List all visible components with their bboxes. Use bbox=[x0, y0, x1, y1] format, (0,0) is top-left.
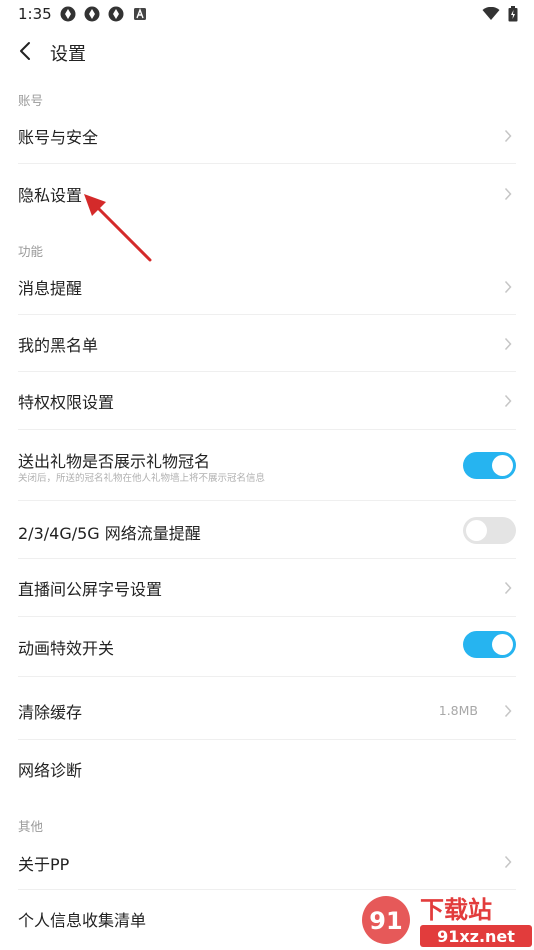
toggle-knob bbox=[492, 634, 513, 655]
data-alert-toggle[interactable] bbox=[463, 517, 516, 544]
divider bbox=[18, 500, 516, 501]
app-icon bbox=[84, 6, 100, 22]
settings-row-permissions[interactable]: 特权权限设置 bbox=[18, 377, 516, 427]
chevron-right-icon bbox=[504, 704, 512, 718]
a-icon bbox=[134, 8, 146, 20]
battery-icon bbox=[508, 6, 518, 22]
row-label: 个人信息收集清单 bbox=[18, 911, 147, 930]
settings-row-clear-cache[interactable]: 清除缓存 1.8MB bbox=[18, 684, 516, 736]
row-label: 账号与安全 bbox=[18, 128, 99, 147]
settings-row-blacklist[interactable]: 我的黑名单 bbox=[18, 320, 516, 370]
toggle-knob bbox=[492, 455, 513, 476]
annotation-arrow-icon bbox=[84, 194, 152, 262]
row-label: 网络诊断 bbox=[18, 761, 83, 780]
app-icon bbox=[60, 6, 76, 22]
wifi-icon bbox=[482, 7, 500, 20]
settings-row-network-diagnosis[interactable]: 网络诊断 bbox=[18, 743, 516, 795]
settings-row-data-alert: 2/3/4G/5G 网络流量提醒 bbox=[18, 505, 516, 557]
divider bbox=[18, 163, 516, 164]
chevron-right-icon bbox=[504, 394, 512, 408]
app-icon bbox=[108, 6, 124, 22]
settings-row-animation: 动画特效开关 bbox=[18, 620, 516, 672]
gift-crown-toggle[interactable] bbox=[463, 452, 516, 479]
settings-row-about[interactable]: 关于PP bbox=[18, 838, 516, 888]
chevron-right-icon bbox=[504, 129, 512, 143]
chevron-right-icon bbox=[504, 187, 512, 201]
divider bbox=[18, 314, 516, 315]
divider bbox=[18, 371, 516, 372]
row-label: 动画特效开关 bbox=[18, 639, 115, 658]
divider bbox=[18, 739, 516, 740]
status-right-icons bbox=[482, 6, 518, 22]
chevron-right-icon bbox=[504, 581, 512, 595]
animation-toggle[interactable] bbox=[463, 631, 516, 658]
chevron-right-icon bbox=[504, 855, 512, 869]
divider bbox=[18, 676, 516, 677]
watermark-text: 下载站 bbox=[420, 896, 492, 924]
toggle-knob bbox=[466, 520, 487, 541]
row-label: 我的黑名单 bbox=[18, 336, 99, 355]
settings-row-account-security[interactable]: 账号与安全 bbox=[18, 112, 516, 162]
row-label: 特权权限设置 bbox=[18, 393, 115, 412]
status-notification-icons bbox=[60, 6, 148, 22]
row-label: 2/3/4G/5G 网络流量提醒 bbox=[18, 524, 201, 543]
section-header-account: 账号 bbox=[18, 93, 44, 108]
row-label: 消息提醒 bbox=[18, 279, 83, 298]
row-label: 直播间公屏字号设置 bbox=[18, 580, 163, 599]
row-label: 清除缓存 bbox=[18, 703, 83, 722]
back-arrow-icon[interactable] bbox=[16, 38, 38, 64]
row-label: 送出礼物是否展示礼物冠名 bbox=[18, 452, 211, 471]
row-label: 隐私设置 bbox=[18, 186, 83, 205]
status-time: 1:35 bbox=[18, 5, 52, 23]
watermark-logo: 91 下载站 91xz.net bbox=[362, 896, 532, 947]
settings-row-notifications[interactable]: 消息提醒 bbox=[18, 262, 516, 312]
settings-row-font-size[interactable]: 直播间公屏字号设置 bbox=[18, 563, 516, 613]
row-label: 关于PP bbox=[18, 855, 70, 874]
svg-text:91: 91 bbox=[369, 907, 402, 935]
settings-row-gift-crown: 送出礼物是否展示礼物冠名 关闭后，所送的冠名礼物在他人礼物墙上将不展示冠名信息 bbox=[18, 436, 516, 496]
chevron-right-icon bbox=[504, 280, 512, 294]
row-description: 关闭后，所送的冠名礼物在他人礼物墙上将不展示冠名信息 bbox=[18, 473, 266, 484]
section-header-other: 其他 bbox=[18, 819, 44, 834]
section-header-features: 功能 bbox=[18, 244, 44, 259]
divider bbox=[18, 429, 516, 430]
cache-size-value: 1.8MB bbox=[438, 703, 478, 718]
chevron-right-icon bbox=[504, 337, 512, 351]
watermark-site: 91xz.net bbox=[437, 927, 515, 946]
divider bbox=[18, 616, 516, 617]
divider bbox=[18, 558, 516, 559]
page-title: 设置 bbox=[50, 44, 86, 65]
